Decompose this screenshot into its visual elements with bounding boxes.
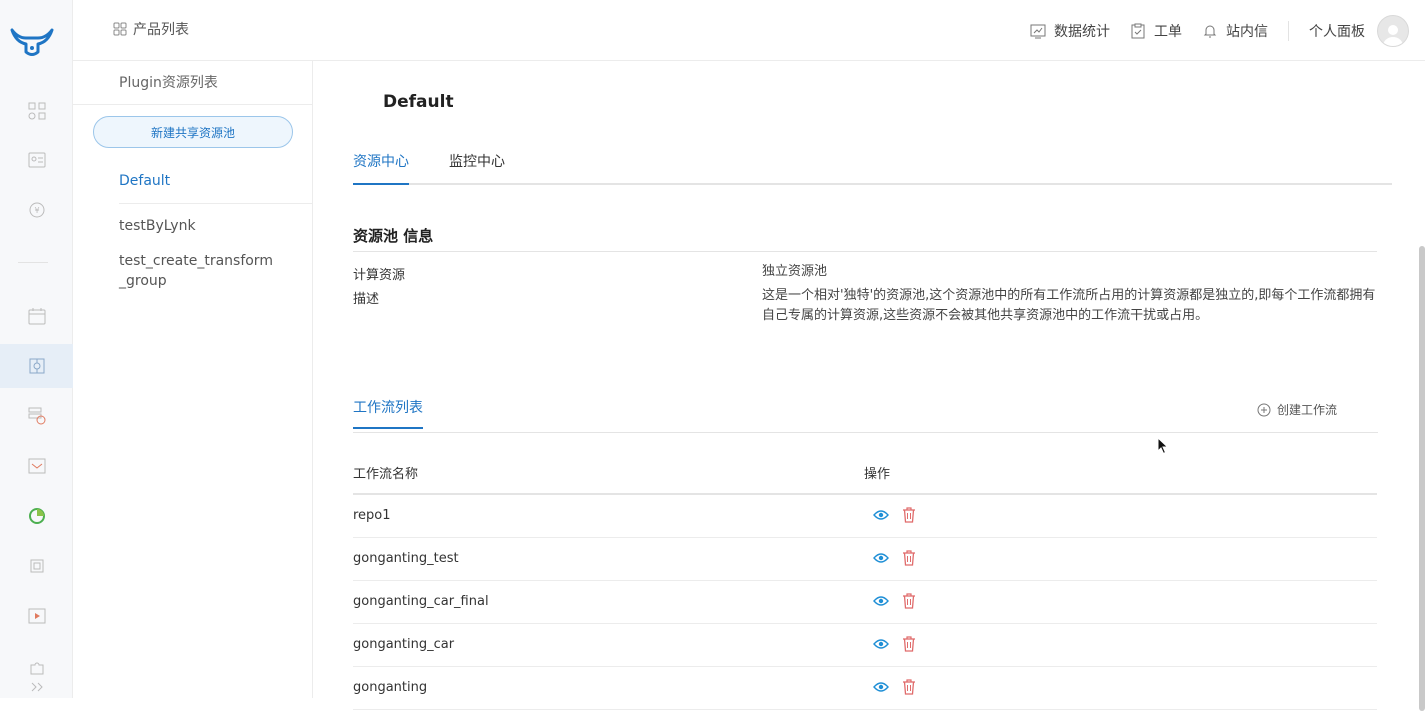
divider — [73, 104, 313, 105]
bell-icon — [1203, 25, 1217, 37]
svg-text:¥: ¥ — [34, 206, 39, 215]
rail-chip-icon[interactable] — [0, 544, 73, 588]
tab-bar: 资源中心 监控中心 — [353, 145, 1392, 185]
nav-messages[interactable]: 站内信 — [1202, 21, 1268, 41]
rail-id-card-icon[interactable] — [0, 138, 73, 182]
rail-apps-icon[interactable] — [0, 89, 73, 133]
delete-icon[interactable] — [901, 550, 917, 566]
logo-icon[interactable] — [8, 24, 56, 60]
nav-profile-label: 个人面板 — [1309, 23, 1365, 40]
workflow-name: gonganting_car — [353, 637, 455, 652]
view-icon[interactable] — [873, 679, 889, 695]
page-title: Default — [383, 92, 454, 112]
top-nav: 数据统计 工单 站内信 个人面板 — [1030, 0, 1425, 61]
rail-divider — [18, 262, 48, 263]
table-row: gonganting_car_final — [353, 581, 1377, 624]
rail-expand-icon[interactable] — [0, 676, 73, 698]
delete-icon[interactable] — [901, 679, 917, 695]
nav-profile[interactable]: 个人面板 — [1309, 21, 1365, 41]
user-icon — [1383, 24, 1403, 46]
col-header-workflow-name: 工作流名称 — [353, 467, 419, 482]
view-icon[interactable] — [873, 507, 889, 523]
tab-monitor-center[interactable]: 监控中心 — [449, 151, 505, 183]
rail-video-icon[interactable] — [0, 594, 73, 638]
table-row: gonganting_test — [353, 538, 1377, 581]
workflow-name: repo1 — [353, 508, 391, 523]
plus-circle-icon — [1257, 403, 1271, 416]
table-row: repo1 — [353, 495, 1377, 538]
mouse-cursor-icon — [1157, 437, 1169, 455]
breadcrumb[interactable]: 产品列表 — [113, 19, 189, 39]
rail-pie-chart-icon[interactable] — [0, 494, 73, 538]
row-actions — [873, 679, 917, 695]
view-icon[interactable] — [873, 636, 889, 652]
top-bar: 产品列表 数据统计 工单 站内信 个人面板 — [73, 0, 1425, 61]
rail-database-clock-icon[interactable] — [0, 394, 73, 438]
pool-item-testbylynk[interactable]: testByLynk — [119, 216, 196, 236]
pool-list-header: Plugin资源列表 — [119, 75, 218, 91]
rail-resource-pool-icon[interactable] — [0, 344, 73, 388]
main-content: Default 资源中心 监控中心 资源池 信息 计算资源 独立资源池 描述 这… — [313, 61, 1425, 711]
view-icon[interactable] — [873, 550, 889, 566]
col-header-actions: 操作 — [864, 467, 891, 482]
divider — [119, 203, 313, 204]
compute-resource-value: 独立资源池 — [762, 264, 828, 279]
scrollbar[interactable] — [1419, 246, 1425, 711]
grid-icon — [113, 22, 127, 36]
create-workflow-button[interactable]: 创建工作流 — [1257, 401, 1337, 418]
nav-data-stats-label: 数据统计 — [1054, 23, 1110, 40]
breadcrumb-label: 产品列表 — [133, 22, 189, 38]
nav-messages-label: 站内信 — [1226, 23, 1268, 40]
pool-item-default[interactable]: Default — [119, 171, 170, 191]
rail-calendar-icon[interactable] — [0, 294, 73, 338]
description-value: 这是一个相对'独特'的资源池,这个资源池中的所有工作流所占用的计算资源都是独立的… — [762, 288, 1376, 323]
row-actions — [873, 550, 917, 566]
row-actions — [873, 507, 917, 523]
nav-ticket-label: 工单 — [1154, 23, 1182, 40]
nav-divider — [1288, 20, 1289, 41]
icon-rail: ¥ — [0, 0, 73, 698]
description-label: 描述 — [353, 292, 380, 307]
pool-item-test-create-transform-group[interactable]: test_create_transform _group — [119, 251, 289, 291]
view-icon[interactable] — [873, 593, 889, 609]
tab-resource-center[interactable]: 资源中心 — [353, 151, 409, 185]
workflow-name: gonganting — [353, 680, 428, 695]
chart-icon — [1030, 24, 1046, 38]
table-row: gonganting_car — [353, 624, 1377, 667]
nav-ticket[interactable]: 工单 — [1130, 21, 1182, 41]
row-actions — [873, 636, 917, 652]
workflow-name: gonganting_car_final — [353, 594, 489, 609]
avatar[interactable] — [1377, 14, 1409, 47]
tab-workflow-list[interactable]: 工作流列表 — [353, 397, 423, 429]
rail-search-money-icon[interactable]: ¥ — [0, 188, 73, 232]
delete-icon[interactable] — [901, 636, 917, 652]
workflow-name: gonganting_test — [353, 551, 459, 566]
delete-icon[interactable] — [901, 593, 917, 609]
new-shared-pool-button[interactable]: 新建共享资源池 — [93, 116, 293, 148]
delete-icon[interactable] — [901, 507, 917, 523]
clipboard-icon — [1131, 23, 1145, 38]
compute-resource-label: 计算资源 — [353, 268, 406, 283]
resource-pool-list: Plugin资源列表 新建共享资源池 Default testByLynk te… — [73, 61, 313, 698]
create-workflow-label: 创建工作流 — [1277, 403, 1338, 417]
rail-mail-icon[interactable] — [0, 444, 73, 488]
divider — [353, 432, 1378, 433]
row-actions — [873, 593, 917, 609]
divider — [353, 251, 1377, 252]
nav-data-stats[interactable]: 数据统计 — [1030, 21, 1110, 41]
pool-info-title: 资源池 信息 — [353, 227, 434, 245]
table-row: gonganting — [353, 667, 1377, 710]
